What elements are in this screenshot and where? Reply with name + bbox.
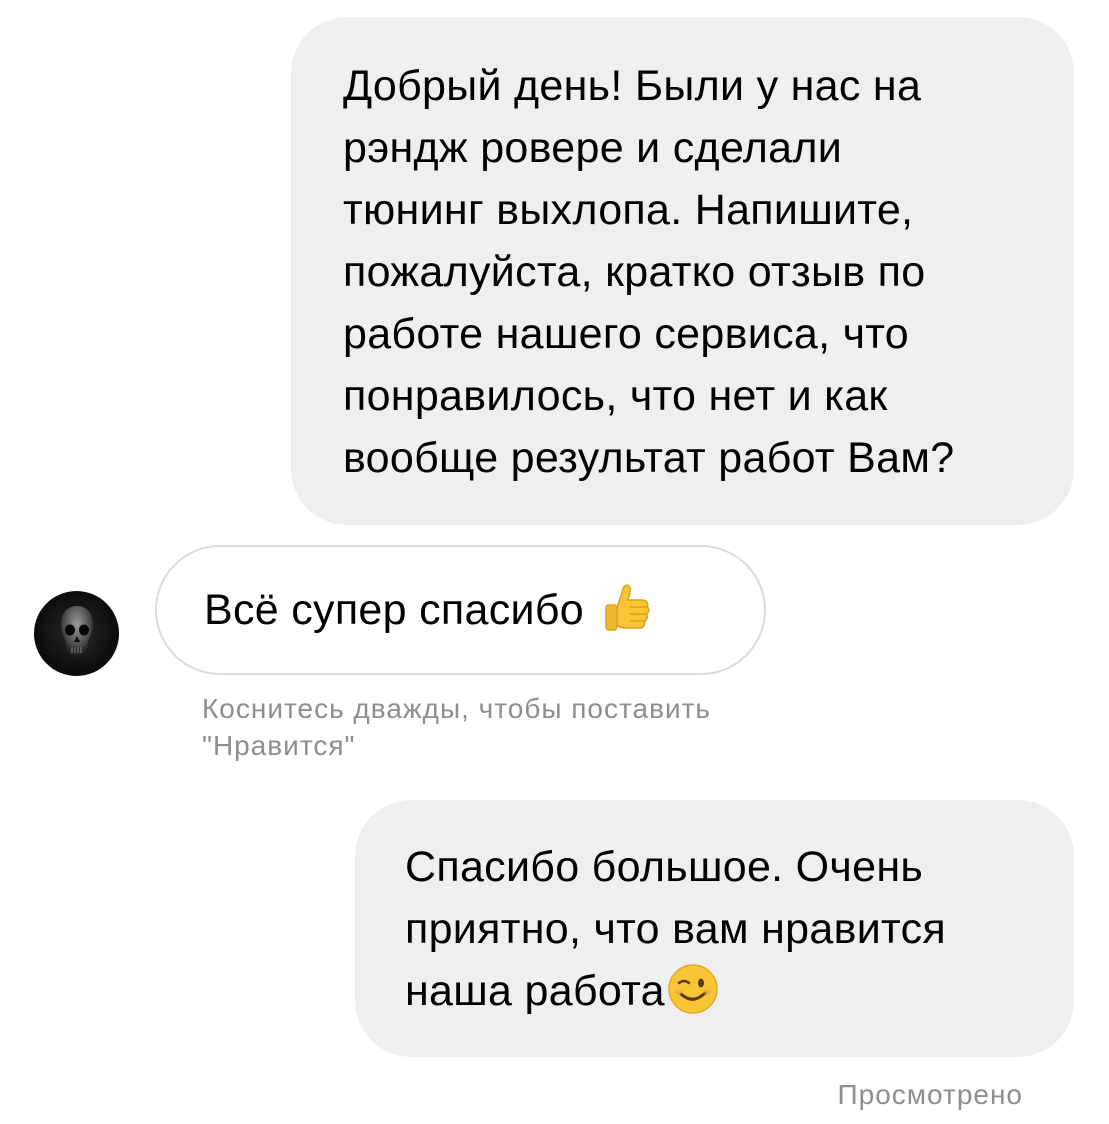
- message-text: Добрый день! Были у нас на рэндж ровере …: [343, 62, 955, 482]
- thumbs-up-icon: [605, 584, 650, 631]
- outgoing-message-bubble[interactable]: Добрый день! Были у нас на рэндж ровере …: [291, 17, 1074, 525]
- message-text-wrapper: Спасибо большое. Очень приятно, что вам …: [405, 836, 1034, 1022]
- skull-icon: [60, 606, 94, 659]
- seen-status: Просмотрено: [837, 1079, 1023, 1110]
- double-tap-like-hint: Коснитесь дважды, чтобы поставить "Нрави…: [202, 693, 712, 761]
- avatar[interactable]: [34, 591, 119, 676]
- message-text: Всё супер спасибо: [204, 586, 584, 634]
- incoming-message-bubble[interactable]: Всё супер спасибо: [155, 545, 766, 675]
- outgoing-message-bubble[interactable]: Спасибо большое. Очень приятно, что вам …: [355, 800, 1074, 1057]
- winking-face-icon: [668, 963, 718, 1014]
